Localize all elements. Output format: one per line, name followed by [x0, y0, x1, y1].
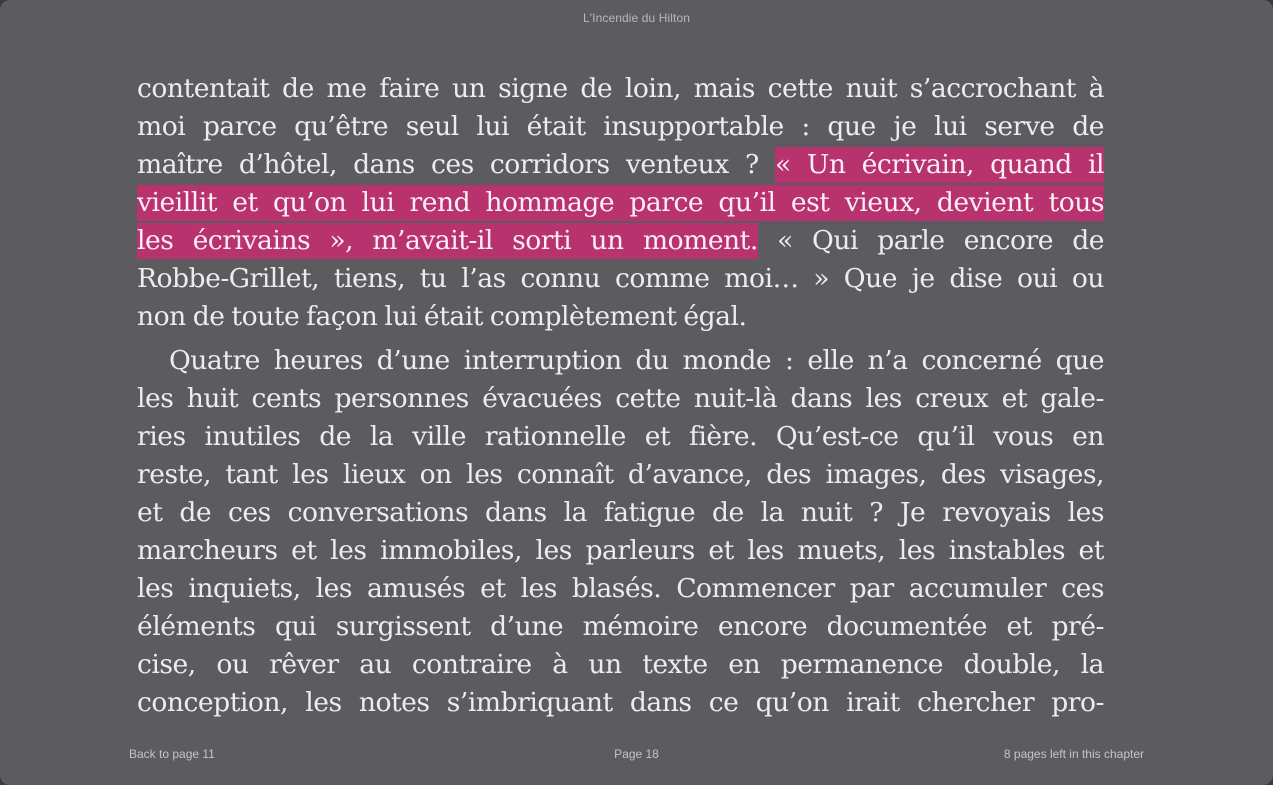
- text-line: les huit cents personnes évacuées cette …: [137, 383, 1104, 414]
- text-line: Robbe-Grillet, tiens, tu l’as connu comm…: [137, 263, 1104, 294]
- text-line: marcheurs et les immobiles, les parleurs…: [137, 535, 1104, 566]
- text-line: conception, les notes s’imbriquant dans …: [137, 687, 1104, 718]
- text-line: moi parce qu’être seul lui était insuppo…: [137, 111, 1104, 142]
- book-title: L'Incendie du Hilton: [582, 11, 691, 25]
- paragraph-1: contentait de me faire un signe de loin,…: [137, 70, 1104, 336]
- text-segment: maître d’hôtel, dans ces corridors vente…: [137, 149, 759, 180]
- highlighted-text[interactable]: « Un écrivain, quand il: [774, 147, 1104, 183]
- text-line: les écrivains », m’avait-il sorti un mom…: [137, 222, 1104, 260]
- pages-left-wrap: 8 pages left in this chapter: [1004, 747, 1144, 761]
- text-line: ries inutiles de la ville rationnelle et…: [137, 421, 1104, 452]
- text-line: Quatre heures d’une interruption du mond…: [169, 345, 1104, 376]
- text-line: et de ces conversations dans la fatigue …: [137, 497, 1104, 528]
- page-number: Page 18: [614, 747, 659, 761]
- highlighted-text[interactable]: les écrivains », m’avait-il sorti un mom…: [137, 223, 758, 259]
- text-line: vieillit et qu’on lui rend hommage parce…: [137, 184, 1104, 222]
- text-segment: « Qui parle encore de: [777, 225, 1104, 256]
- reader-window: L'Incendie du Hilton contentait de me fa…: [0, 0, 1273, 785]
- text-line: cise, ou rêver au contraire à un texte e…: [137, 649, 1104, 680]
- text-line: reste, tant les lieux on les connaît d’a…: [137, 459, 1104, 490]
- text-line: non de toute façon lui était complètemen…: [137, 301, 747, 332]
- highlighted-text[interactable]: vieillit et qu’on lui rend hommage parce…: [137, 185, 1104, 221]
- page-content[interactable]: contentait de me faire un signe de loin,…: [137, 70, 1104, 722]
- text-line: éléments qui surgissent d’une mémoire en…: [137, 611, 1104, 642]
- paragraph-2: Quatre heures d’une interruption du mond…: [137, 342, 1104, 722]
- pages-left-label: 8 pages left in this chapter: [1003, 747, 1144, 761]
- text-line: maître d’hôtel, dans ces corridors vente…: [137, 146, 1104, 184]
- text-line: les inquiets, les amusés et les blasés. …: [137, 573, 1104, 604]
- text-line: contentait de me faire un signe de loin,…: [137, 73, 1104, 104]
